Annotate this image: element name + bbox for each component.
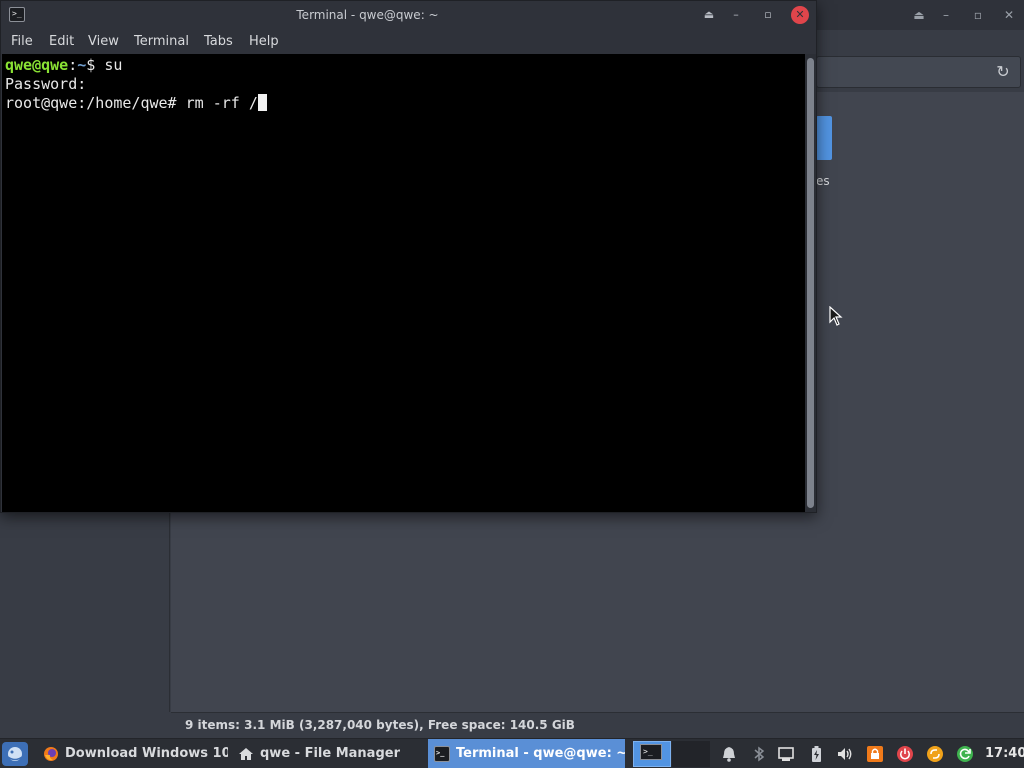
terminal-window: >_ Terminal - qwe@qwe: ~ ⏏ – ▫ ✕ File Ed… bbox=[0, 0, 817, 513]
scrollbar[interactable] bbox=[805, 54, 816, 512]
terminal-icon: >_ bbox=[434, 746, 450, 762]
prompt-separator: : bbox=[68, 56, 78, 74]
minimize-button[interactable]: – bbox=[727, 6, 745, 24]
power-icon[interactable] bbox=[896, 745, 914, 763]
menu-view[interactable]: View bbox=[88, 33, 119, 51]
network-icon[interactable] bbox=[777, 745, 795, 763]
clock[interactable]: 17:40 bbox=[985, 739, 1024, 768]
scrollbar-thumb[interactable] bbox=[807, 58, 814, 508]
close-button[interactable]: ✕ bbox=[791, 6, 809, 24]
command-text: $ su bbox=[86, 56, 123, 74]
menu-tabs[interactable]: Tabs bbox=[204, 33, 233, 51]
text-cursor bbox=[257, 94, 267, 111]
task-label: qwe - File Manager bbox=[260, 746, 400, 761]
task-label: Download Windows 10 ... bbox=[65, 746, 228, 761]
prompt-user: qwe@qwe bbox=[5, 56, 69, 74]
prompt-path: ~ bbox=[77, 56, 87, 74]
task-label: Terminal - qwe@qwe: ~ bbox=[456, 746, 625, 761]
refresh-icon[interactable] bbox=[956, 745, 974, 763]
fm-eject-button[interactable]: ⏏ bbox=[910, 6, 928, 24]
bluetooth-icon[interactable] bbox=[750, 745, 768, 763]
terminal-titlebar[interactable]: >_ Terminal - qwe@qwe: ~ ⏏ – ▫ ✕ bbox=[1, 1, 816, 30]
root-prompt-command: root@qwe:/home/qwe# rm -rf / bbox=[5, 94, 258, 112]
fm-statusbar: 9 items: 3.1 MiB (3,287,040 bytes), Free… bbox=[171, 712, 1024, 738]
menubar: File Edit View Terminal Tabs Help bbox=[1, 30, 816, 54]
folder-label[interactable]: es bbox=[816, 174, 830, 188]
maximize-button[interactable]: ▫ bbox=[759, 6, 777, 24]
terminal-output[interactable]: qwe@qwe:~$ su Password: root@qwe:/home/qwe… bbox=[2, 54, 805, 512]
mouse-pointer-icon bbox=[829, 306, 843, 326]
taskbar: Download Windows 10 ... qwe - File Manag… bbox=[0, 738, 1024, 768]
menu-edit[interactable]: Edit bbox=[49, 33, 74, 51]
terminal-line: Password: bbox=[5, 75, 87, 93]
eject-button[interactable]: ⏏ bbox=[700, 6, 718, 24]
fm-minimize-button[interactable]: – bbox=[937, 6, 955, 24]
workspace-window-thumbnail: >_ bbox=[640, 744, 662, 760]
workspace-1[interactable]: >_ bbox=[633, 741, 671, 767]
menu-terminal[interactable]: Terminal bbox=[134, 33, 189, 51]
reload-icon[interactable]: ↻ bbox=[994, 63, 1012, 81]
fm-maximize-button[interactable]: ▫ bbox=[969, 6, 987, 24]
window-title: Terminal - qwe@qwe: ~ bbox=[296, 8, 439, 22]
whisker-menu-icon bbox=[7, 747, 23, 761]
menu-help[interactable]: Help bbox=[249, 33, 279, 51]
app-menu-button[interactable] bbox=[2, 742, 28, 766]
firefox-icon bbox=[44, 747, 58, 761]
lock-icon[interactable] bbox=[866, 745, 884, 763]
menu-file[interactable]: File bbox=[11, 33, 33, 51]
fm-close-button[interactable]: ✕ bbox=[1000, 6, 1018, 24]
terminal-line: root@qwe:/home/qwe# rm -rf / bbox=[5, 94, 805, 113]
folder-icon[interactable] bbox=[816, 116, 832, 160]
task-file-manager[interactable]: qwe - File Manager bbox=[232, 739, 422, 768]
volume-icon[interactable] bbox=[836, 745, 854, 763]
update-icon[interactable] bbox=[926, 745, 944, 763]
task-terminal[interactable]: >_ Terminal - qwe@qwe: ~ bbox=[428, 739, 625, 768]
bell-icon[interactable] bbox=[720, 745, 738, 763]
fm-location-bar[interactable]: ↻ bbox=[816, 56, 1021, 88]
terminal-line: qwe@qwe:~$ su bbox=[5, 56, 805, 75]
battery-icon[interactable] bbox=[807, 745, 825, 763]
task-firefox[interactable]: Download Windows 10 ... bbox=[38, 739, 228, 768]
workspace-2[interactable] bbox=[672, 741, 710, 767]
home-icon bbox=[239, 748, 253, 760]
